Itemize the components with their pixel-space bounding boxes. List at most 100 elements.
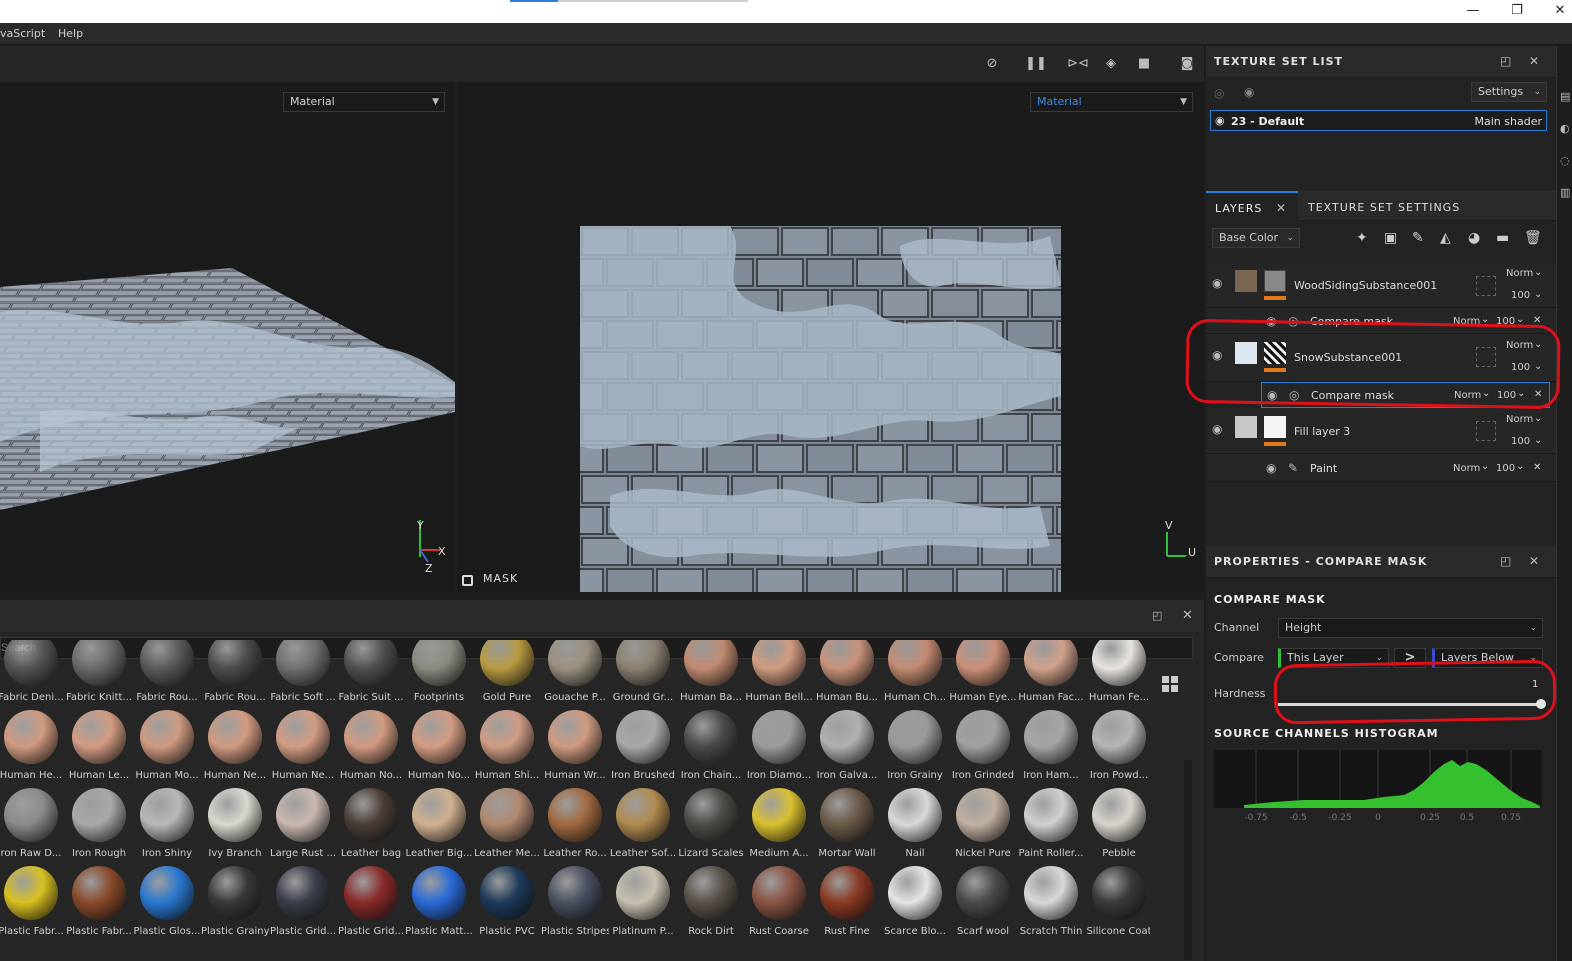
material-tile[interactable]: Leather Ro... — [541, 788, 609, 866]
menu-help[interactable]: Help — [58, 27, 83, 40]
material-tile[interactable]: Medium A... — [745, 788, 813, 866]
material-tile[interactable]: Human No... — [405, 710, 473, 788]
material-tile[interactable]: Human Bell... — [745, 640, 813, 710]
material-tile[interactable]: Iron Galva... — [813, 710, 881, 788]
effect-opacity[interactable]: 100 — [1496, 463, 1515, 474]
add-fill-layer-icon[interactable]: ◭ — [1440, 230, 1451, 246]
add-effect-icon[interactable]: ✦ — [1356, 230, 1368, 246]
material-tile[interactable]: Human Ch... — [881, 640, 949, 710]
restore-button[interactable]: ❐ — [1502, 2, 1532, 20]
material-tile[interactable]: Fabric Soft ... — [269, 640, 337, 710]
material-tile[interactable]: Ivy Branch — [201, 788, 269, 866]
close-icon[interactable]: ✕ — [1529, 54, 1539, 68]
material-tile[interactable]: Leather bag — [337, 788, 405, 866]
material-tile[interactable]: Leather Big... — [405, 788, 473, 866]
material-tile[interactable]: Iron Diamo... — [745, 710, 813, 788]
layer-blend-mode[interactable]: Norm — [1506, 414, 1533, 425]
material-tile[interactable]: Human He... — [0, 710, 65, 788]
viewport-2d-mode-dropdown[interactable]: Material ▼ — [1030, 92, 1193, 112]
material-tile[interactable]: Silicone Coat — [1085, 866, 1150, 944]
material-tile[interactable]: Fabric Knitt... — [65, 640, 133, 710]
material-tile[interactable]: Plastic Grainy — [201, 866, 269, 944]
material-tile[interactable]: Human Eye... — [949, 640, 1017, 710]
material-tile[interactable]: Human Ne... — [201, 710, 269, 788]
material-tile[interactable]: Human Wr... — [541, 710, 609, 788]
material-tile[interactable]: Leather Me... — [473, 788, 541, 866]
layer-mask-slot[interactable] — [1476, 421, 1496, 441]
material-tile[interactable]: Human Fac... — [1017, 640, 1085, 710]
material-tile[interactable]: Iron Ham... — [1017, 710, 1085, 788]
tab-texture-set-settings[interactable]: TEXTURE SET SETTINGS — [1308, 201, 1460, 214]
material-tile[interactable]: Fabric Rou... — [201, 640, 269, 710]
material-tile[interactable]: Gold Pure — [473, 640, 541, 710]
texture-set-settings-dropdown[interactable]: Settings ⌄ — [1471, 82, 1547, 102]
material-tile[interactable]: Plastic Grid... — [337, 866, 405, 944]
material-tile[interactable]: Gouache P... — [541, 640, 609, 710]
material-tile[interactable]: Plastic Fabr... — [0, 866, 65, 944]
compare-channel-dropdown[interactable]: Height ⌄ — [1278, 618, 1543, 638]
layer-blend-mode[interactable]: Norm — [1506, 268, 1533, 279]
material-tile[interactable]: Paint Roller... — [1017, 788, 1085, 866]
symmetry-icon[interactable]: ⊳⊲ — [1067, 54, 1089, 74]
close-icon[interactable]: ✕ — [1276, 201, 1286, 215]
side-tool-icon[interactable]: ◐ — [1560, 122, 1570, 135]
material-tile[interactable]: Platinum P... — [609, 866, 677, 944]
eye-icon[interactable]: ◉ — [1244, 85, 1254, 99]
texture-set-row[interactable]: ◉ 23 - Default Main shader — [1210, 110, 1547, 131]
material-tile[interactable]: Plastic Fabr... — [65, 866, 133, 944]
material-tile[interactable]: Plastic Grid... — [269, 866, 337, 944]
tab-layers[interactable]: LAYERS ✕ — [1206, 191, 1298, 221]
material-tile[interactable]: Iron Powd... — [1085, 710, 1150, 788]
visibility-icon[interactable]: ◎ — [1214, 86, 1224, 100]
material-tile[interactable]: Fabric Deni... — [0, 640, 65, 710]
material-tile[interactable]: Rock Dirt — [677, 866, 745, 944]
shelf-scrollbar[interactable] — [1184, 760, 1192, 960]
material-tile[interactable]: Scarf wool — [949, 866, 1017, 944]
material-tile[interactable]: Iron Rough — [65, 788, 133, 866]
material-tile[interactable]: Human Mo... — [133, 710, 201, 788]
close-icon[interactable]: ✕ — [1529, 554, 1539, 568]
material-tile[interactable]: Fabric Rou... — [133, 640, 201, 710]
material-tile[interactable]: Pebble — [1085, 788, 1150, 866]
material-tile[interactable]: Human Ba... — [677, 640, 745, 710]
eye-icon[interactable]: ◉ — [1212, 276, 1222, 290]
material-tile[interactable]: Leather Sof... — [609, 788, 677, 866]
layer-mask-slot[interactable] — [1476, 276, 1496, 296]
material-tile[interactable]: Human Ne... — [269, 710, 337, 788]
material-tile[interactable]: Rust Coarse — [745, 866, 813, 944]
material-tile[interactable]: Human Shi... — [473, 710, 541, 788]
material-tile[interactable]: Fabric Suit ... — [337, 640, 405, 710]
material-tile[interactable]: Nickel Pure — [949, 788, 1017, 866]
material-tile[interactable]: Scarce Blo... — [881, 866, 949, 944]
material-tile[interactable]: Lizard Scales — [677, 788, 745, 866]
material-tile[interactable]: Mortar Wall — [813, 788, 881, 866]
material-tile[interactable]: Large Rust ... — [269, 788, 337, 866]
material-tile[interactable]: Human Bu... — [813, 640, 881, 710]
mask-toggle-icon[interactable] — [462, 575, 473, 586]
hide-icon[interactable]: ⊘ — [981, 54, 1003, 74]
material-tile[interactable]: Iron Grinded — [949, 710, 1017, 788]
channel-dropdown[interactable]: Base Color ⌄ — [1212, 228, 1300, 248]
material-tile[interactable]: Iron Brushed — [609, 710, 677, 788]
add-folder-icon[interactable]: ▬ — [1496, 230, 1509, 246]
side-tool-icon[interactable]: ◌ — [1560, 154, 1570, 167]
viewport-3d[interactable]: Material ▼ Y X Z — [0, 82, 455, 592]
effect-blend-mode[interactable]: Norm — [1453, 463, 1480, 474]
effect-row-paint[interactable]: ◉ ✎ Paint Norm ⌄ 100 ⌄ ✕ — [1206, 454, 1556, 482]
eye-icon[interactable]: ◉ — [1266, 461, 1276, 475]
camera-icon[interactable]: ■ — [1133, 54, 1155, 74]
material-tile[interactable]: Plastic Matt... — [405, 866, 473, 944]
screenshot-icon[interactable]: ◙ — [1176, 54, 1198, 74]
material-tile[interactable]: Rust Fine — [813, 866, 881, 944]
material-tile[interactable]: Human Le... — [65, 710, 133, 788]
eye-icon[interactable]: ◉ — [1212, 422, 1222, 436]
pause-icon[interactable]: ❚❚ — [1025, 54, 1047, 74]
material-tile[interactable]: Scratch Thin — [1017, 866, 1085, 944]
layer-row-wood[interactable]: ◉ WoodSidingSubstance001 Norm ⌄ 100 ⌄ — [1206, 264, 1556, 308]
shelf-float-icon[interactable]: ◰ — [1152, 609, 1162, 622]
minimize-button[interactable]: — — [1458, 2, 1488, 20]
delete-icon[interactable]: 🗑 — [1524, 230, 1542, 246]
add-smart-material-icon[interactable]: ◕ — [1468, 230, 1480, 246]
layer-opacity[interactable]: 100 — [1511, 436, 1530, 447]
material-tile[interactable]: Ground Gr... — [609, 640, 677, 710]
